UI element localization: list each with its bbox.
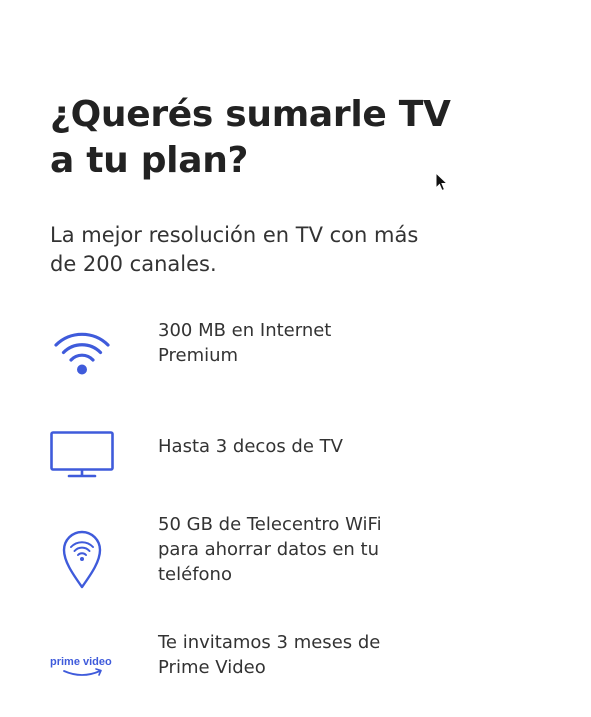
feature-text-line: Prime Video	[158, 657, 266, 678]
feature-text-line: 300 MB en Internet	[158, 320, 332, 341]
feature-text: Hasta 3 decos de TV	[158, 434, 428, 459]
feature-text-line: Te invitamos 3 meses de	[158, 632, 381, 653]
feature-text: 50 GB de Telecentro WiFi para ahorrar da…	[158, 512, 428, 587]
mouse-cursor-icon	[435, 171, 449, 192]
feature-text-line: para ahorrar datos en tu	[158, 539, 379, 560]
tv-icon	[50, 430, 114, 480]
feature-text-line: 50 GB de Telecentro WiFi	[158, 514, 382, 535]
feature-internet: 300 MB en Internet Premium	[50, 318, 530, 388]
feature-text: 300 MB en Internet Premium	[158, 318, 428, 368]
prime-video-logo: prime video	[50, 650, 114, 680]
feature-tv-decos: Hasta 3 decos de TV	[50, 428, 530, 482]
feature-prime-video: prime video Te invitamos 3 meses de Prim…	[50, 630, 530, 690]
title-line: a tu plan?	[50, 140, 249, 181]
subtitle-line: de 200 canales.	[50, 252, 217, 276]
title-line: ¿Querés sumarle TV	[50, 94, 451, 135]
feature-text: Te invitamos 3 meses de Prime Video	[158, 630, 428, 680]
prime-video-logo-text: prime video	[50, 656, 112, 668]
feature-text-line: teléfono	[158, 564, 232, 585]
page-title: ¿Querés sumarle TV a tu plan?	[50, 92, 480, 184]
wifi-icon	[50, 328, 114, 378]
wifi-location-pin-icon	[50, 528, 114, 590]
feature-telecentro-wifi: 50 GB de Telecentro WiFi para ahorrar da…	[50, 512, 530, 592]
feature-text-line: Hasta 3 decos de TV	[158, 436, 343, 457]
subtitle-line: La mejor resolución en TV con más	[50, 223, 419, 247]
page-subtitle: La mejor resolución en TV con más de 200…	[50, 221, 480, 279]
feature-text-line: Premium	[158, 345, 239, 366]
tv-plan-promo: ¿Querés sumarle TV a tu plan? La mejor r…	[0, 0, 591, 717]
